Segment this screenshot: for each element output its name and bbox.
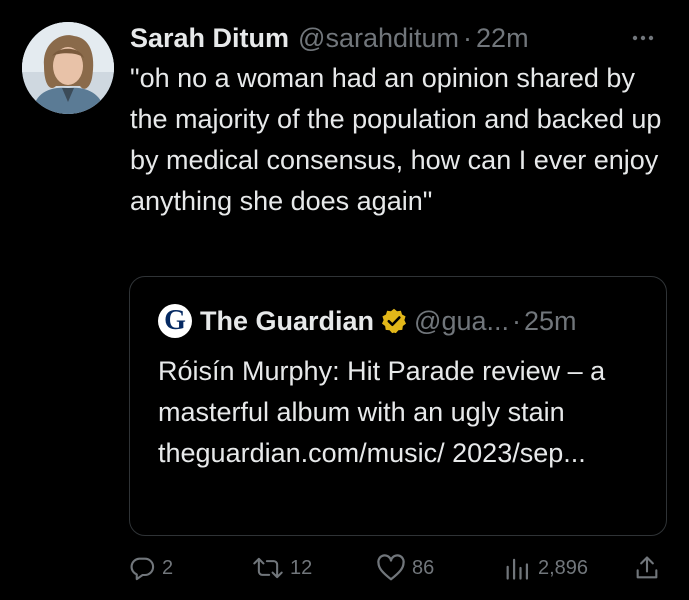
retweet-icon: [253, 557, 283, 579]
quoted-timestamp[interactable]: 25m: [524, 306, 577, 337]
like-button[interactable]: 86: [376, 550, 434, 586]
share-button[interactable]: [633, 550, 661, 586]
separator-dot: ·: [463, 23, 473, 53]
more-horizontal-icon[interactable]: [625, 24, 661, 52]
avatar-image: [22, 22, 114, 114]
heart-icon: [377, 554, 405, 581]
quoted-tweet-text: Róisín Murphy: Hit Parade review – a mas…: [158, 356, 606, 468]
retweet-count: 12: [290, 556, 313, 579]
tweet-text: "oh no a woman had an opinion shared by …: [130, 63, 662, 216]
avatar[interactable]: [22, 22, 114, 114]
user-handle[interactable]: @sarahditum: [298, 20, 459, 56]
quoted-display-name[interactable]: The Guardian: [200, 306, 374, 337]
quoted-tweet[interactable]: G The Guardian @gua... · 25m Róisín Murp…: [129, 276, 667, 536]
tweet[interactable]: Sarah Ditum @sarahditum · 22m "oh no a w…: [0, 0, 689, 600]
verified-badge-icon: [380, 307, 408, 335]
timestamp[interactable]: 22m: [476, 20, 529, 56]
like-count: 86: [412, 556, 435, 579]
quoted-separator-dot: ·: [512, 305, 521, 336]
action-bar: 2 12 86 2,896: [128, 550, 673, 586]
reply-count: 2: [162, 556, 174, 579]
views-icon: [506, 558, 529, 580]
share-icon: [636, 556, 658, 579]
quoted-tweet-header: G The Guardian @gua... · 25m: [158, 301, 656, 341]
reply-icon: [130, 557, 155, 581]
tweet-header: Sarah Ditum @sarahditum · 22m: [130, 20, 669, 56]
guardian-logo-icon: G: [158, 304, 192, 338]
guardian-logo-letter: G: [164, 305, 186, 336]
quoted-user-handle[interactable]: @gua...: [414, 306, 509, 337]
reply-button[interactable]: 2: [128, 550, 173, 586]
views-button[interactable]: 2,896: [502, 550, 588, 586]
display-name[interactable]: Sarah Ditum: [130, 20, 289, 56]
views-count: 2,896: [538, 556, 589, 579]
retweet-button[interactable]: 12: [252, 550, 312, 586]
